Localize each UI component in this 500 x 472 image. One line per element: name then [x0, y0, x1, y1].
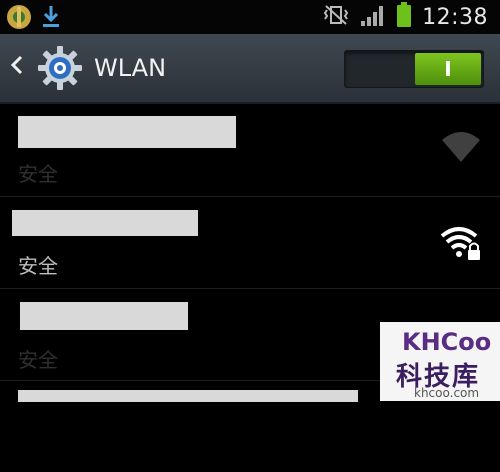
toggle-knob: I — [415, 53, 481, 85]
redacted-ssid — [18, 116, 236, 148]
app-notification-icon — [6, 4, 32, 34]
status-bar: 12:38 — [0, 0, 500, 34]
status-time: 12:38 — [422, 4, 488, 30]
network-security: 安全 — [18, 254, 58, 278]
network-row[interactable]: 安全 — [0, 196, 500, 289]
vibrate-mode-icon — [322, 4, 350, 30]
download-notification-icon — [40, 4, 62, 34]
wifi-full-locked-icon — [440, 226, 482, 262]
redacted-ssid — [12, 210, 198, 236]
battery-icon — [396, 2, 412, 32]
wlan-toggle[interactable]: I — [344, 50, 484, 88]
back-button[interactable] — [6, 52, 28, 82]
redacted-ssid — [18, 390, 358, 402]
page-title: WLAN — [94, 54, 167, 82]
wifi-weak-signal-icon — [440, 128, 482, 164]
watermark-logo: KHCoo — [402, 328, 492, 356]
redacted-ssid — [20, 302, 188, 330]
network-row[interactable]: 安全 — [0, 104, 500, 197]
watermark: KHCoo 科技库 khcoo.com — [380, 322, 500, 401]
toggle-label: I — [444, 57, 452, 81]
signal-icon — [360, 3, 386, 31]
action-bar: WLAN I — [0, 34, 500, 104]
network-security: 安全 — [18, 348, 58, 372]
network-security: 安全 — [18, 162, 58, 186]
chevron-left-icon — [10, 54, 24, 80]
watermark-url: khcoo.com — [414, 386, 480, 400]
settings-gear-icon[interactable] — [36, 44, 84, 92]
